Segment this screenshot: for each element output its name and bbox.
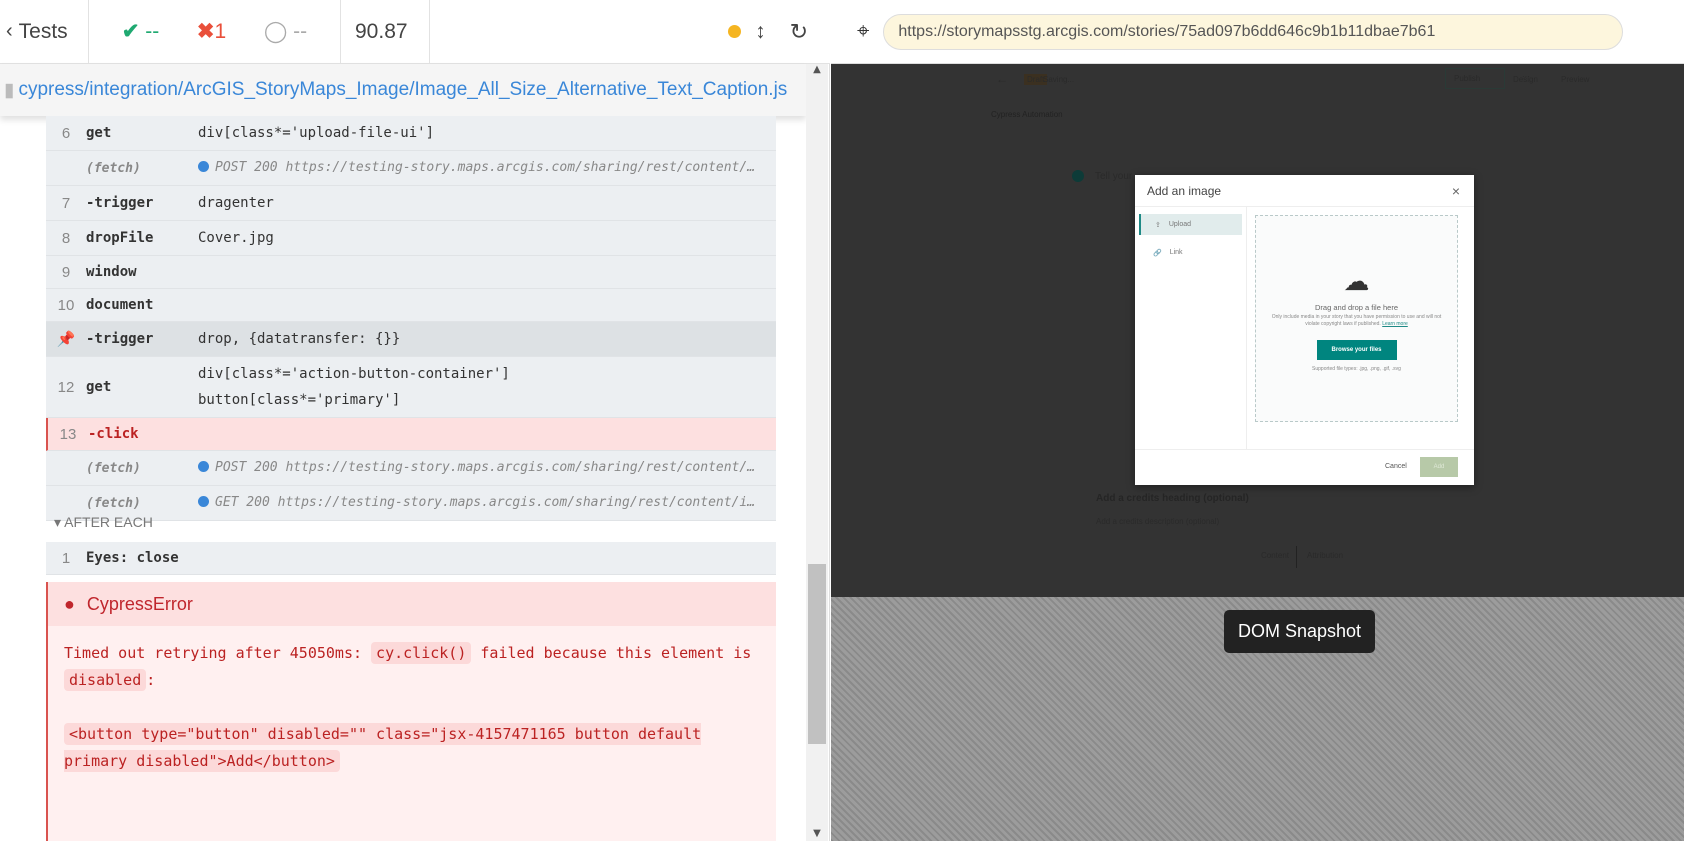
resize-icon[interactable]: ↕ (755, 20, 766, 44)
file-icon: ▮ (4, 79, 15, 101)
command-row[interactable]: 6 get div[class*='upload-file-ui'] (46, 116, 776, 151)
upload-icon: ⇪ (1155, 221, 1161, 229)
add-button[interactable]: Add (1420, 457, 1458, 477)
command-message: POST 200 https://testing-story.maps.arcg… (198, 451, 776, 485)
command-row[interactable]: 12 get div[class*='action-button-container… (46, 357, 776, 418)
command-message: div[class*='action-button-container'] bu… (198, 366, 510, 408)
reporter-header: ‹ Tests ✔ -- ✖1 ◯ -- 90.87 ↕ ↻ (0, 0, 830, 64)
aut-iframe: ← Draft Saving... Design Preview Publish… (831, 64, 1684, 597)
learn-more-link[interactable]: Learn more (1382, 321, 1408, 327)
link-icon: 🔗 (1153, 249, 1162, 257)
command-row[interactable]: 10 document (46, 289, 776, 322)
command-row[interactable]: 1 Eyes: close (46, 542, 776, 575)
status-dot-icon (198, 161, 209, 172)
pin-icon: 📌 (56, 331, 76, 348)
app-preview: ⌖ https://storymapsstg.arcgis.com/storie… (831, 0, 1684, 841)
command-name: dropFile (86, 230, 154, 246)
command-row[interactable]: (fetch) POST 200 https://testing-story.ma… (46, 151, 776, 186)
cancel-button[interactable]: Cancel (1385, 463, 1407, 470)
spec-path[interactable]: ▮ cypress/integration/ArcGIS_StoryMaps_Im… (0, 64, 806, 116)
reload-icon[interactable]: ↻ (790, 19, 808, 45)
command-number: 7 (61, 194, 71, 212)
caret-down-icon: ▾ (54, 514, 62, 530)
command-message: dragenter (198, 195, 274, 211)
error-icon: ● (64, 593, 75, 614)
command-name: -trigger (86, 195, 154, 211)
duration: 90.87 (341, 0, 430, 64)
status-dot-icon (198, 461, 209, 472)
command-name: get (86, 125, 112, 141)
command-message: drop, {datatransfer: {}} (198, 331, 401, 347)
error-message: Timed out retrying after 45050ms: cy.cli… (64, 642, 752, 772)
command-number: 6 (61, 124, 71, 142)
cloud-upload-icon: ☁ (1343, 266, 1370, 296)
pending-count: ◯ -- (263, 20, 308, 43)
scrollbar-thumb[interactable] (808, 564, 826, 744)
command-row[interactable]: (fetch) GET 200 https://testing-story.map… (46, 486, 776, 521)
selector-playground-icon[interactable]: ⌖ (857, 19, 869, 44)
tests-back-button[interactable]: ‹ Tests (0, 0, 89, 64)
command-message: GET 200 https://testing-story.maps.arcgi… (198, 486, 776, 520)
command-number: 13 (59, 425, 77, 443)
command-name: (fetch) (86, 160, 141, 176)
command-number: 10 (57, 296, 75, 314)
dialog-title: Add an image (1147, 183, 1222, 198)
error-title: CypressError (86, 593, 193, 614)
after-each-hook[interactable]: ▾ AFTER EACH (54, 514, 153, 531)
url-bar[interactable]: https://storymapsstg.arcgis.com/stories/… (883, 13, 1624, 50)
command-number: 8 (61, 229, 71, 247)
stats: ✔ -- ✖1 ◯ -- (89, 0, 341, 64)
x-icon: ✖ (196, 20, 215, 43)
command-name: get (86, 379, 112, 395)
failed-count: ✖1 (196, 20, 227, 43)
command-log-panel: ‹ Tests ✔ -- ✖1 ◯ -- 90.87 ↕ ↻ ▮ cypress/i… (0, 0, 830, 841)
command-message: POST 200 https://testing-story.maps.arcg… (198, 151, 776, 185)
add-image-dialog: Add an image × ⇪ Upload 🔗 Link ☁ Drag and d… (1135, 175, 1474, 485)
command-message (198, 301, 776, 309)
dom-snapshot-label: DOM Snapshot (1224, 610, 1376, 653)
command-row[interactable]: (fetch) POST 200 https://testing-story.ma… (46, 451, 776, 486)
command-row[interactable]: 📌 -trigger drop, {datatransfer: {}} (46, 322, 776, 357)
command-message (200, 430, 776, 438)
command-row[interactable]: 9 window (46, 256, 776, 289)
error-box: ● CypressError Timed out retrying after 4… (46, 582, 776, 841)
snapshot-background: DOM Snapshot (831, 597, 1684, 841)
command-message: Cover.jpg (198, 230, 274, 246)
passed-count: ✔ -- (121, 20, 160, 43)
command-name: (fetch) (86, 460, 141, 476)
scrollbar[interactable]: ▲ ▼ (806, 64, 828, 841)
command-name: document (86, 297, 154, 313)
command-row[interactable]: 7 -trigger dragenter (46, 186, 776, 221)
command-list: 6 get div[class*='upload-file-ui'] (fetch) P… (46, 116, 776, 521)
browse-files-button[interactable]: Browse your files (1316, 340, 1397, 360)
command-name: (fetch) (86, 495, 141, 511)
circle-icon: ◯ (263, 20, 288, 43)
command-name: -click (88, 426, 139, 442)
command-message: div[class*='upload-file-ui'] (198, 125, 435, 141)
command-row[interactable]: 13 -click (46, 418, 776, 451)
status-dot-icon (198, 496, 209, 507)
tab-upload[interactable]: ⇪ Upload (1139, 214, 1242, 235)
drop-zone[interactable]: ☁ Drag and drop a file here Only include… (1255, 215, 1458, 422)
tab-link[interactable]: 🔗 Link (1139, 242, 1242, 263)
command-message (198, 268, 776, 276)
command-name: -trigger (86, 331, 154, 347)
close-icon[interactable]: × (1452, 183, 1460, 199)
check-icon: ✔ (121, 20, 140, 43)
command-number: 9 (61, 263, 71, 281)
command-name: window (86, 264, 137, 280)
running-status-icon (728, 25, 742, 38)
chevron-left-icon: ‹ (6, 20, 13, 42)
command-number: 12 (57, 378, 75, 396)
after-each-list: 1 Eyes: close (46, 542, 776, 575)
command-row[interactable]: 8 dropFile Cover.jpg (46, 221, 776, 256)
